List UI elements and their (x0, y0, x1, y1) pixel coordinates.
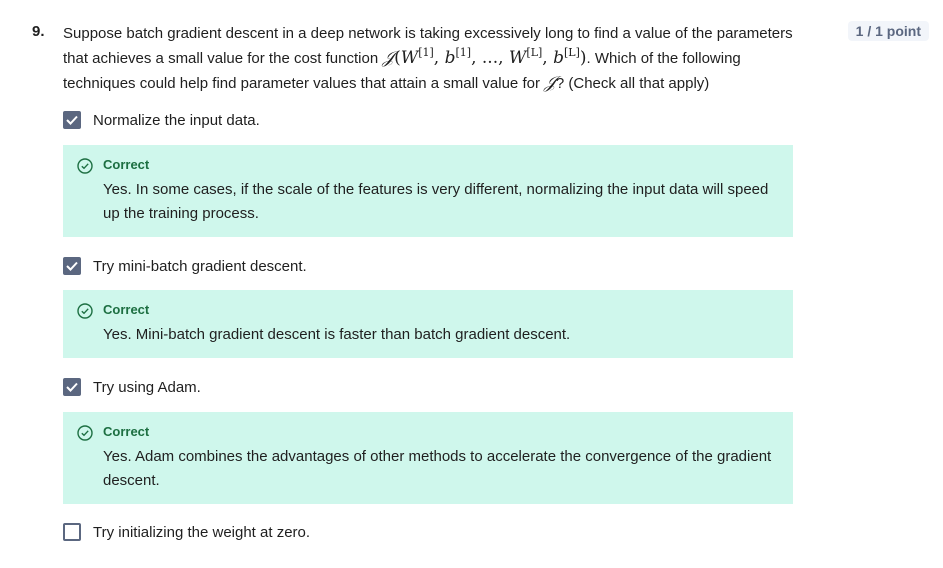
option-initialize-zero[interactable]: Try initializing the weight at zero. (63, 523, 310, 541)
feedback-title: Correct (103, 302, 150, 317)
option-normalize-input[interactable]: Normalize the input data. (63, 111, 260, 129)
check-icon (66, 382, 78, 392)
feedback-text: Yes. Adam combines the advantages of oth… (103, 448, 772, 489)
question-number: 9. (32, 23, 45, 40)
question-text: Suppose batch gradient descent in a deep… (63, 22, 803, 96)
option-checkbox-checked[interactable] (63, 378, 81, 396)
cost-function-formula: 𝒥(W[1], b[1], ..., W[L], b[L]) (382, 46, 587, 68)
check-circle-icon (77, 303, 93, 319)
feedback-text: Yes. Mini-batch gradient descent is fast… (103, 326, 571, 343)
question-text-part3: ? (Check all that apply) (555, 75, 710, 92)
check-circle-icon (77, 158, 93, 174)
option-label: Try initializing the weight at zero. (93, 523, 311, 541)
option-checkbox-checked[interactable] (63, 257, 81, 275)
check-circle-icon (77, 425, 93, 441)
feedback-text: Yes. In some cases, if the scale of the … (103, 181, 769, 222)
check-icon (66, 115, 78, 125)
feedback-title: Correct (103, 424, 150, 439)
check-icon (66, 261, 78, 271)
feedback-title: Correct (103, 157, 150, 172)
option-checkbox-unchecked[interactable] (63, 523, 81, 541)
feedback-box: Correct Yes. Mini-batch gradient descent… (63, 290, 793, 358)
score-badge: 1 / 1 point (847, 21, 929, 41)
option-adam[interactable]: Try using Adam. (63, 378, 201, 396)
option-mini-batch[interactable]: Try mini-batch gradient descent. (63, 257, 307, 275)
feedback-box: Correct Yes. Adam combines the advantage… (63, 412, 793, 504)
quiz-question: 9. Suppose batch gradient descent in a d… (0, 0, 943, 568)
option-label: Try mini-batch gradient descent. (93, 257, 307, 275)
feedback-box: Correct Yes. In some cases, if the scale… (63, 145, 793, 237)
option-checkbox-checked[interactable] (63, 111, 81, 129)
cost-symbol: 𝒥 (544, 73, 556, 93)
option-label: Try using Adam. (93, 378, 201, 396)
option-label: Normalize the input data. (93, 111, 260, 129)
